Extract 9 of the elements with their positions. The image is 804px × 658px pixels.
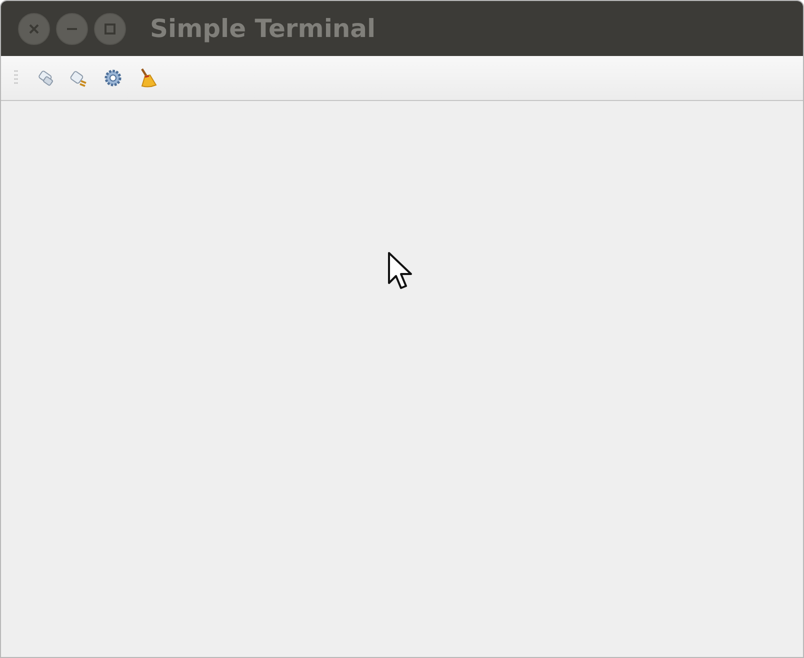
minimize-icon (67, 28, 77, 30)
maximize-icon (103, 22, 117, 36)
gear-icon (103, 68, 123, 88)
window-title: Simple Terminal (150, 14, 376, 43)
close-icon (27, 22, 41, 36)
close-button[interactable] (18, 12, 50, 44)
minimize-button[interactable] (56, 12, 88, 44)
mouse-cursor-icon (387, 251, 413, 291)
maximize-button[interactable] (94, 12, 126, 44)
